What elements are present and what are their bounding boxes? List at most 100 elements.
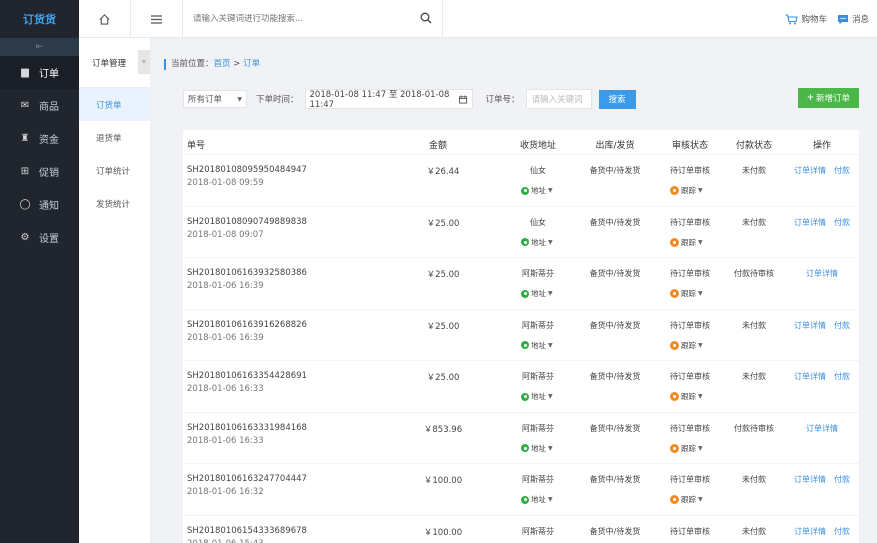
recipient-name: 阿斯蒂芬 [522,372,554,381]
cart-label: 购物车 [801,15,827,25]
shipping-status: 备货中/待发货 [589,166,641,175]
pay-link[interactable]: 付款 [834,371,850,382]
recipient-name: 仙女 [530,166,546,175]
breadcrumb-home-link[interactable]: 首页 [214,59,231,69]
order-detail-link[interactable]: 订单详情 [794,320,826,331]
pay-link[interactable]: 付款 [834,320,850,331]
new-order-button[interactable]: + 新增订单 [798,88,859,108]
order-time: 2018-01-06 16:32 [187,487,264,497]
order-submenu: 订单管理 订货单 退货单 订单统计 发货统计 [79,38,151,543]
header-shipping: 出库/发货 [595,141,635,151]
order-status-select[interactable]: 所有订单 ▼ [183,90,247,108]
sidebar-item[interactable]: ⚙ 设置 [0,221,79,254]
header-pay-status: 付款状态 [735,141,772,151]
submenu-item[interactable]: 订单统计 [79,154,150,187]
orders-table: 单号 金额 收货地址 出库/发货 审核状态 付款状态 操作 SH20180108… [183,130,859,543]
payment-status: 付款待审核 [734,423,774,433]
location-pin-icon [521,341,529,349]
address-dropdown[interactable]: 地址 ▼ [521,494,553,505]
sidebar-item[interactable]: ♜ 资金 [0,122,79,155]
track-dropdown[interactable]: 跟踪 ▼ [670,185,703,196]
row-actions: 订单详情 付款 [786,217,858,228]
order-amount: ￥25.00 [426,321,460,332]
address-dropdown[interactable]: 地址 ▼ [521,391,553,402]
search-icon[interactable] [420,12,432,24]
sidebar-item[interactable]: ▆ 订单 [0,56,79,89]
order-amount: ￥25.00 [426,373,460,383]
order-detail-link[interactable]: 订单详情 [794,474,826,485]
chevron-down-icon: ▼ [548,187,553,194]
submenu-item[interactable]: 订货单 [79,88,150,121]
home-button[interactable] [79,0,131,38]
track-dropdown[interactable]: 跟踪 ▼ [670,494,703,505]
address-link-label: 地址 [531,186,546,195]
pay-link[interactable]: 付款 [834,217,850,228]
message-icon [837,14,848,24]
address-dropdown[interactable]: 地址 ▼ [521,237,553,248]
order-detail-link[interactable]: 订单详情 [806,268,838,279]
header-amount: 金额 [428,141,447,151]
track-dropdown[interactable]: 跟踪 ▼ [670,391,703,402]
order-detail-link[interactable]: 订单详情 [794,165,826,176]
table-header: 单号 金额 收货地址 出库/发货 审核状态 付款状态 操作 [183,130,859,155]
address-dropdown[interactable]: 地址 ▼ [521,185,553,196]
filter-bar: 所有订单 ▼ 下单时间： 2018-01-08 11:47 至 2018-01-… [183,88,863,110]
date-range-field[interactable]: 2018-01-08 11:47 至 2018-01-08 11:47 [304,89,473,110]
order-time: 2018-01-06 16:33 [187,435,264,446]
order-detail-link[interactable]: 订单详情 [794,371,826,382]
recipient-name: 阿斯蒂芬 [522,526,554,536]
shipping-status: 备货中/待发货 [589,217,641,227]
order-number: SH20180108090749889838 [187,216,307,227]
chevron-down-icon: ▼ [698,290,703,297]
order-time: 2018-01-06 16:33 [187,384,264,394]
message-button[interactable]: 消息 [837,13,869,25]
order-number: SH20180106163932580386 [187,268,307,278]
sidebar-item[interactable]: ✉ 商品 [0,89,79,122]
pay-link[interactable]: 付款 [834,165,850,176]
search-button[interactable]: 搜索 [598,89,636,109]
order-no-input[interactable]: 请输入关键词 [525,89,592,109]
payment-status: 未付款 [742,320,766,330]
track-dropdown[interactable]: 跟踪 ▼ [670,340,703,351]
app-logo[interactable]: 订货货 [0,0,79,38]
breadcrumb-current[interactable]: 订单 [243,59,260,69]
pay-link[interactable]: 付款 [834,526,850,537]
chevron-down-icon: ▼ [548,393,553,400]
clock-icon [670,443,679,453]
sidebar-item[interactable]: ◯ 通知 [0,188,79,221]
cart-button[interactable]: 购物车 [785,13,827,25]
order-detail-link[interactable]: 订单详情 [806,423,838,434]
sidebar-collapse-button[interactable]: ⇤ [0,38,79,56]
order-status-value: 所有订单 [188,95,223,105]
address-link-label: 地址 [531,340,546,350]
date-range-value: 2018-01-08 11:47 至 2018-01-08 11:47 [309,90,450,110]
chevron-down-icon: ▼ [698,187,703,194]
address-dropdown[interactable]: 地址 ▼ [521,443,553,454]
track-link-label: 跟踪 [681,443,696,453]
search-input[interactable] [193,14,413,24]
address-link-label: 地址 [531,443,546,453]
submenu-item[interactable]: 发货统计 [79,187,150,220]
order-no-label: 订单号： [485,95,520,105]
order-detail-link[interactable]: 订单详情 [794,217,826,228]
track-dropdown[interactable]: 跟踪 ▼ [670,288,703,299]
address-dropdown[interactable]: 地址 ▼ [521,288,553,299]
track-dropdown[interactable]: 跟踪 ▼ [670,237,703,248]
order-number: SH20180106154333689678 [187,525,307,536]
location-pin-icon [521,444,529,452]
pay-link[interactable]: 付款 [834,474,850,485]
address-dropdown[interactable]: 地址 ▼ [521,340,553,351]
sidebar-item[interactable]: ⊞ 促销 [0,155,79,188]
order-detail-link[interactable]: 订单详情 [794,526,826,537]
clock-icon [670,340,679,350]
menu-toggle-button[interactable] [131,0,183,38]
submenu-collapse-button[interactable]: « [138,50,150,74]
header-audit-status: 审核状态 [671,141,708,151]
chevron-down-icon: ▼ [548,496,553,503]
order-time: 2018-01-08 09:59 [187,178,264,188]
audit-status: 待订单审核 [670,423,710,433]
recipient-name: 阿斯蒂芬 [522,423,554,433]
submenu-item[interactable]: 退货单 [79,121,150,154]
track-link-label: 跟踪 [681,495,696,504]
track-dropdown[interactable]: 跟踪 ▼ [670,443,703,454]
